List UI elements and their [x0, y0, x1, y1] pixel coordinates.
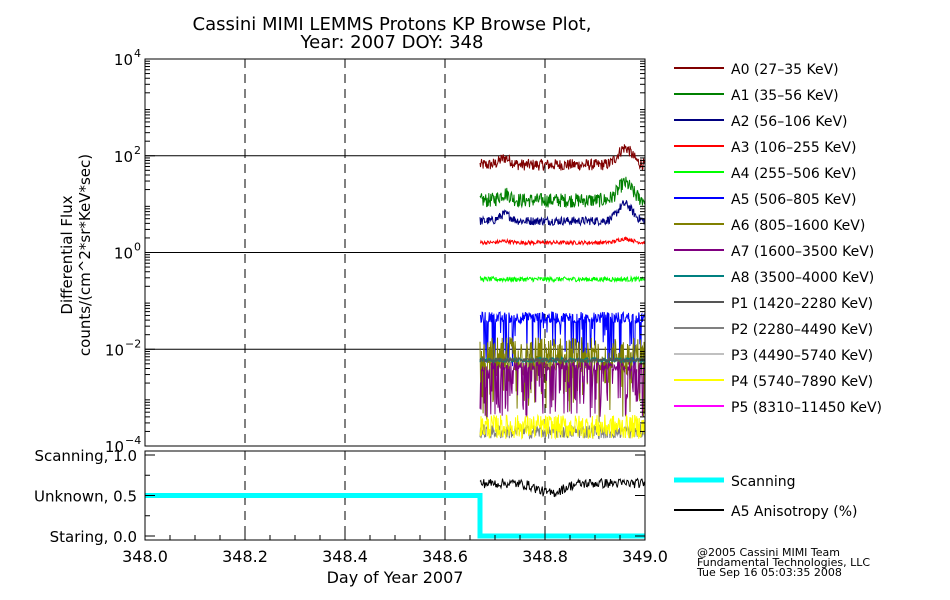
flux-legend: A0 (27–35 KeV) A1 (35–56 KeV) A2 (56–106 K… — [674, 62, 882, 416]
legend-label-6: A6 (805–1600 KeV) — [731, 218, 865, 234]
legend-label-4: A4 (255–506 KeV) — [731, 166, 856, 182]
anisotropy-series — [479, 477, 646, 498]
credits-line3: Tue Sep 16 05:03:35 2008 — [696, 566, 842, 579]
flux-series-a0 — [479, 144, 646, 172]
flux-tick-exponent-4: −4 — [125, 434, 141, 447]
scanning-series — [145, 493, 645, 539]
flux-panel: 10 410 210 010 −210 −4 — [105, 47, 646, 456]
flux-series-a2 — [479, 200, 646, 227]
flux-tick-exponent-3: −2 — [125, 337, 141, 350]
flux-series-a4 — [479, 275, 646, 284]
x-axis-label: Day of Year 2007 — [327, 568, 464, 587]
legend-label-3: A3 (106–255 KeV) — [731, 140, 856, 156]
flux-series-group — [479, 144, 646, 440]
y-axis-label-line2: counts/(cm^2*sr*KeV*sec) — [76, 154, 94, 356]
legend-label-9: P1 (1420–2280 KeV) — [731, 296, 873, 312]
pointing-tick-label-1: Unknown, 0.5 — [34, 488, 137, 506]
x-tick-label-4: 348.8 — [522, 547, 568, 566]
flux-tick-label-0: 10 — [114, 51, 133, 69]
flux-tick-exponent-0: 4 — [134, 47, 141, 60]
flux-tick-label-1: 10 — [114, 148, 133, 166]
flux-tick-exponent-2: 0 — [134, 241, 141, 254]
chart-subtitle: Year: 2007 DOY: 348 — [300, 32, 484, 53]
legend-label-12: P4 (5740–7890 KeV) — [731, 374, 873, 390]
y-axis-label-line1: Differential Flux — [58, 195, 76, 314]
legend-label-7: A7 (1600–3500 KeV) — [731, 244, 874, 260]
legend-label-5: A5 (506–805 KeV) — [731, 192, 856, 208]
legend-label-2: A2 (56–106 KeV) — [731, 114, 848, 130]
pointing-series-group — [145, 477, 646, 539]
pointing-legend: Scanning A5 Anisotropy (%) — [674, 474, 858, 520]
flux-series-a7 — [479, 360, 646, 419]
x-tick-label-0: 348.0 — [122, 547, 168, 566]
lower-legend-label-0: Scanning — [731, 474, 796, 490]
legend-label-8: A8 (3500–4000 KeV) — [731, 270, 874, 286]
flux-tick-label-3: 10 — [105, 341, 124, 359]
x-tick-label-1: 348.2 — [222, 547, 268, 566]
flux-series-a1 — [479, 176, 646, 209]
legend-label-13: P5 (8310–11450 KeV) — [731, 400, 882, 416]
x-tick-label-3: 348.6 — [422, 547, 468, 566]
pointing-panel: Scanning, 1.0 Unknown, 0.5 Staring, 0.0 34… — [34, 447, 668, 566]
chart-canvas: Cassini MIMI LEMMS Protons KP Browse Plo… — [34, 14, 882, 587]
lower-legend-label-1: A5 Anisotropy (%) — [731, 504, 858, 520]
legend-label-10: P2 (2280–4490 KeV) — [731, 322, 873, 338]
x-tick-label-5: 349.0 — [622, 547, 668, 566]
pointing-tick-label-2: Staring, 0.0 — [50, 528, 137, 546]
flux-tick-exponent-1: 2 — [134, 144, 141, 157]
legend-label-1: A1 (35–56 KeV) — [731, 88, 839, 104]
legend-label-11: P3 (4490–5740 KeV) — [731, 348, 873, 364]
flux-tick-label-2: 10 — [114, 245, 133, 263]
pointing-tick-label-0: Scanning, 1.0 — [34, 447, 137, 465]
x-tick-label-2: 348.4 — [322, 547, 368, 566]
flux-series-a3 — [479, 236, 646, 247]
legend-label-0: A0 (27–35 KeV) — [731, 62, 839, 78]
